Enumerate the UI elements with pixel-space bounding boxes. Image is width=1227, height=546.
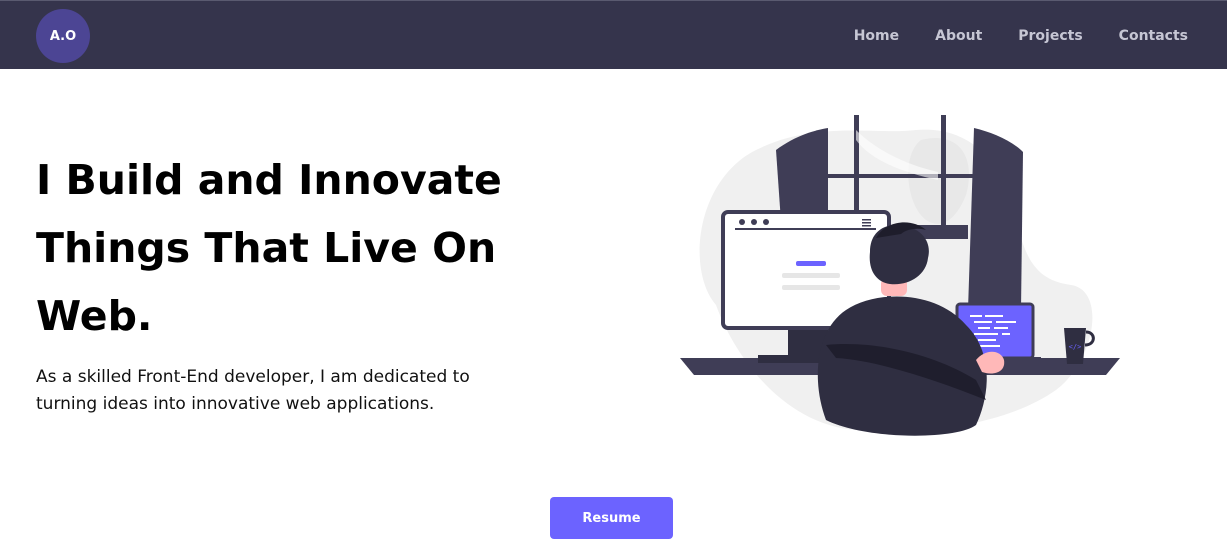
hero-title-line-1: I Build and Innovate	[36, 156, 502, 204]
svg-text:</>: </>	[1069, 343, 1082, 351]
hero-description: As a skilled Front-End developer, I am d…	[36, 364, 476, 418]
navbar: A.O Home About Projects Contacts	[0, 0, 1227, 69]
developer-at-desk-illustration: </>	[680, 115, 1120, 436]
resume-button[interactable]: Resume	[550, 497, 673, 539]
hero-description-line-1: As a skilled Front-End developer, I am d…	[36, 367, 470, 387]
window-right-curtain	[968, 128, 1023, 310]
nav-link-projects[interactable]: Projects	[1018, 28, 1082, 44]
nav-link-home[interactable]: Home	[854, 28, 899, 44]
nav-link-about[interactable]: About	[935, 28, 982, 44]
monitor-accent-bar	[796, 261, 826, 266]
hero-title-line-2: Things That Live On	[36, 224, 497, 272]
hero-description-line-2: turning ideas into innovative web applic…	[36, 394, 435, 414]
window-mullion-horizontal	[828, 174, 974, 178]
logo[interactable]: A.O	[36, 9, 90, 63]
nav-links: Home About Projects Contacts	[818, 1, 1188, 70]
logo-text: A.O	[49, 28, 77, 44]
nav-link-contacts[interactable]: Contacts	[1119, 28, 1188, 44]
hero-title-line-3: Web.	[36, 292, 153, 340]
hero-title: I Build and Innovate Things That Live On…	[36, 146, 556, 350]
